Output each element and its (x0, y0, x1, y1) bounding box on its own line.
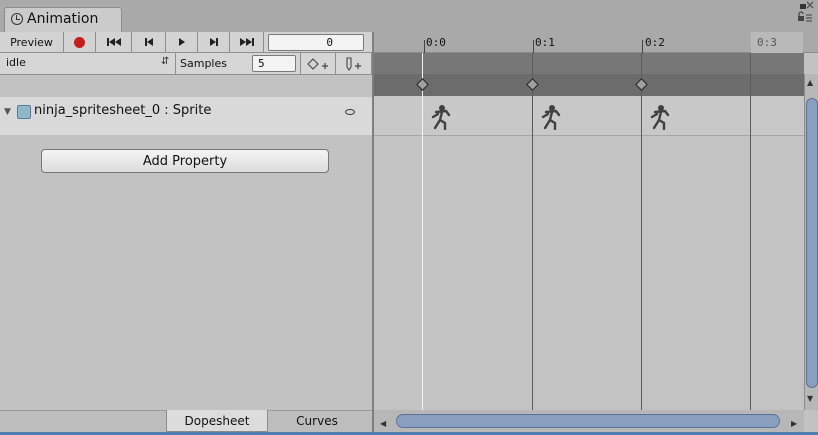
ruler-tick-mark (642, 40, 643, 53)
samples-field[interactable]: 5 (252, 55, 296, 72)
next-key-button[interactable] (198, 32, 230, 52)
window-controls (786, 1, 814, 25)
window-control-icons (798, 1, 814, 22)
maximize-icon[interactable] (800, 4, 806, 9)
property-name: ninja_spritesheet_0 : Sprite (34, 103, 212, 118)
clip-selector[interactable]: idle ⇵ (0, 53, 176, 74)
first-key-icon (106, 38, 121, 46)
events-row[interactable] (374, 53, 804, 74)
scroll-left-icon[interactable]: ◀ (380, 419, 386, 428)
vertical-scrollbar[interactable]: ▲ ▼ (804, 74, 818, 410)
record-button[interactable] (64, 32, 96, 52)
track-area (374, 136, 804, 410)
tick-label: 0:0 (426, 36, 446, 49)
add-event-icon (345, 56, 361, 71)
property-row[interactable]: ▼ ninja_spritesheet_0 : Sprite (0, 97, 372, 135)
lock-icon[interactable] (798, 11, 804, 21)
tab-title: Animation (27, 11, 99, 27)
scroll-down-icon[interactable]: ▼ (807, 394, 813, 403)
tick-label: 0:2 (645, 36, 665, 49)
record-icon (74, 36, 85, 48)
dopesheet-tab[interactable]: Dopesheet (166, 410, 268, 432)
last-key-button[interactable] (230, 32, 264, 52)
tick-label: 0:3 (757, 36, 777, 49)
curves-tab[interactable]: Curves (268, 410, 366, 432)
preview-label: Preview (10, 35, 53, 49)
frame-gridline (641, 53, 642, 410)
last-key-icon (239, 38, 254, 46)
play-button[interactable] (166, 32, 198, 52)
clip-value: idle (6, 56, 26, 69)
scroll-right-icon[interactable]: ▶ (791, 419, 797, 428)
samples-label: Samples (180, 57, 227, 70)
scroll-up-icon[interactable]: ▲ (807, 78, 813, 87)
clip-toolbar: idle ⇵ Samples 5 (0, 53, 372, 75)
prev-key-icon (144, 38, 153, 46)
add-property-button[interactable]: Add Property (41, 149, 329, 173)
sprite-icon (17, 105, 31, 119)
keyframe-dot-icon[interactable] (345, 109, 355, 115)
dopesheet-label: Dopesheet (184, 413, 250, 428)
time-value: 0 (326, 36, 333, 49)
next-key-icon (209, 38, 218, 46)
ninja-sprite-icon[interactable] (540, 104, 562, 130)
keyframe-summary-row (374, 74, 804, 96)
animation-tab[interactable]: Animation (4, 7, 122, 32)
ninja-sprite-icon[interactable] (649, 104, 671, 130)
ruler-tick-mark (533, 40, 534, 53)
samples-value: 5 (258, 57, 265, 70)
prev-key-button[interactable] (132, 32, 166, 52)
add-event-button[interactable] (336, 53, 372, 74)
menu-icon[interactable] (806, 14, 812, 22)
play-icon (178, 38, 185, 46)
clock-icon (11, 13, 23, 25)
dropdown-arrow-icon: ⇵ (161, 56, 170, 67)
horizontal-scroll-thumb[interactable] (396, 414, 780, 428)
expand-arrow-icon[interactable]: ▼ (4, 107, 11, 117)
playback-toolbar: Preview 0 (0, 32, 372, 53)
add-property-label: Add Property (142, 153, 228, 169)
add-keyframe-button[interactable] (300, 53, 336, 74)
window-title-bar (0, 0, 818, 32)
preview-button[interactable]: Preview (0, 32, 64, 52)
add-keyframe-icon (307, 57, 328, 70)
time-field[interactable]: 0 (268, 34, 364, 51)
tick-label: 0:1 (535, 36, 555, 49)
ninja-sprite-icon[interactable] (430, 104, 452, 130)
frame-gridline (750, 53, 751, 410)
curves-label: Curves (296, 414, 338, 428)
vertical-scroll-thumb[interactable] (806, 98, 818, 388)
frame-gridline (532, 53, 533, 410)
ruler-tick-mark (424, 40, 425, 53)
playhead[interactable] (422, 53, 423, 410)
close-icon[interactable] (806, 1, 814, 9)
first-key-button[interactable] (96, 32, 132, 52)
